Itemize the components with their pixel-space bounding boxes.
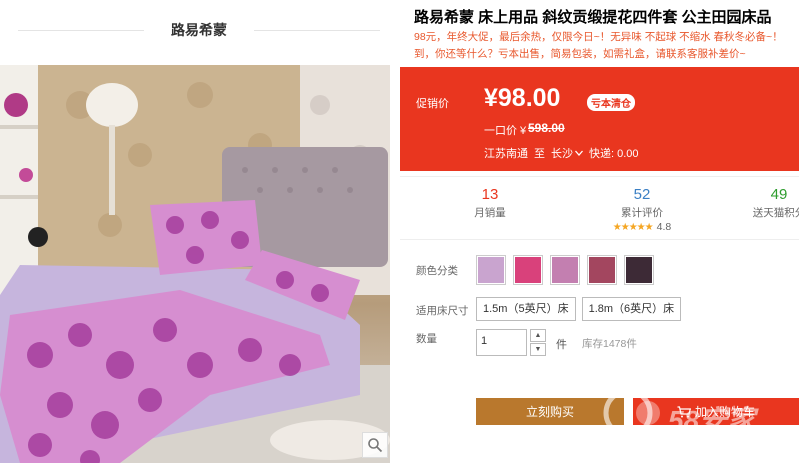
ship-from: 江苏南通 <box>484 148 528 160</box>
size-option-1-5m[interactable]: 1.5m（5英尺）床 <box>476 297 576 321</box>
original-price-label: 一口价 ¥ <box>484 125 527 137</box>
price-panel: 促销价 ¥98.00 亏本清仓 一口价 ¥ 598.00 江苏南通 至 长沙 快… <box>400 67 799 171</box>
size-option-label: 适用床尺寸 <box>416 305 469 317</box>
quantity-input[interactable]: 1 <box>476 329 527 356</box>
monthly-sales-stat: 13 月销量 <box>460 185 520 221</box>
magnifier-icon <box>368 438 383 453</box>
increment-button[interactable]: ▲ <box>530 329 546 342</box>
color-option-label: 颜色分类 <box>416 265 458 277</box>
zoom-button[interactable] <box>362 432 388 458</box>
monthly-sales-count: 13 <box>481 186 499 203</box>
bedding-photo-illustration <box>0 65 390 463</box>
size-option-1-8m[interactable]: 1.8m（6英尺）床 <box>581 297 682 321</box>
store-name[interactable]: 路易希蒙 <box>161 20 237 40</box>
rating-value: 4.8 <box>656 221 672 233</box>
quantity-unit: 件 <box>556 339 567 351</box>
divider <box>18 30 144 31</box>
clearance-badge: 亏本清仓 <box>587 94 635 111</box>
reviews-stat[interactable]: 52 累计评价 ★★★★★ 4.8 <box>592 185 692 233</box>
points-stat: 49 送天猫积分 <box>744 185 799 221</box>
star-rating-icon: ★★★★★ <box>612 221 654 233</box>
ship-to-city: 长沙 <box>551 148 573 160</box>
swatch-thumbnail <box>478 257 504 283</box>
original-price: 598.00 <box>528 121 565 135</box>
add-to-cart-label: 加入购物车 <box>694 405 755 419</box>
rating: ★★★★★ 4.8 <box>592 221 692 233</box>
color-swatch[interactable] <box>550 255 580 285</box>
review-label: 累计评价 <box>621 207 663 219</box>
size-options: 1.5m（5英尺）床 1.8m（6英尺）床 <box>476 297 682 321</box>
review-count: 52 <box>633 186 651 203</box>
product-description: 98元，年终大促，最后余热，仅限今日~！无异味 不起球 不缩水 春秋冬必备~！ … <box>414 29 799 63</box>
color-swatch[interactable] <box>513 255 543 285</box>
swatch-thumbnail <box>552 257 578 283</box>
quantity-label: 数量 <box>416 333 437 345</box>
points-label: 送天猫积分 <box>752 207 799 219</box>
stats-bar: 13 月销量 52 累计评价 ★★★★★ 4.8 49 送天猫积分 <box>400 176 799 240</box>
promo-price: ¥98.00 <box>484 84 561 112</box>
buy-now-button[interactable]: 立刻购买 <box>476 398 624 425</box>
decrement-button[interactable]: ▼ <box>530 343 546 356</box>
color-swatch[interactable] <box>587 255 617 285</box>
cart-icon <box>677 405 691 417</box>
points-count: 49 <box>770 186 788 203</box>
divider <box>254 30 380 31</box>
color-swatches <box>476 255 654 285</box>
product-main-image[interactable] <box>0 65 390 463</box>
chevron-down-icon <box>575 150 583 156</box>
shipping-cost: 快递: 0.00 <box>589 148 639 160</box>
product-gallery: 路易希蒙 <box>0 0 398 463</box>
description-line: 到，你还等什么？亏本出售，简易包装，如需礼盒，请联系客服补差价~ <box>414 48 746 60</box>
monthly-sales-label: 月销量 <box>474 207 506 219</box>
add-to-cart-button[interactable]: 加入购物车 <box>633 398 799 425</box>
swatch-thumbnail <box>589 257 615 283</box>
stock-count: 库存1478件 <box>582 338 637 350</box>
shipping-info: 江苏南通 至 长沙 快递: 0.00 <box>484 145 639 161</box>
color-swatch[interactable] <box>624 255 654 285</box>
color-swatch[interactable] <box>476 255 506 285</box>
description-line: 98元，年终大促，最后余热，仅限今日~！无异味 不起球 不缩水 春秋冬必备~！ <box>414 31 783 43</box>
promo-price-label: 促销价 <box>416 98 449 110</box>
product-detail-panel: 路易希蒙 床上用品 斜纹贡缎提花四件套 公主田园床品 98元，年终大促，最后余热… <box>398 0 799 463</box>
ship-to-label: 至 <box>534 148 545 160</box>
product-title: 路易希蒙 床上用品 斜纹贡缎提花四件套 公主田园床品 <box>414 9 772 26</box>
store-title-bar: 路易希蒙 <box>0 0 398 60</box>
swatch-thumbnail <box>515 257 541 283</box>
quantity-stepper: ▲ ▼ <box>530 329 546 356</box>
swatch-thumbnail <box>626 257 652 283</box>
destination-selector[interactable]: 长沙 <box>551 145 583 161</box>
